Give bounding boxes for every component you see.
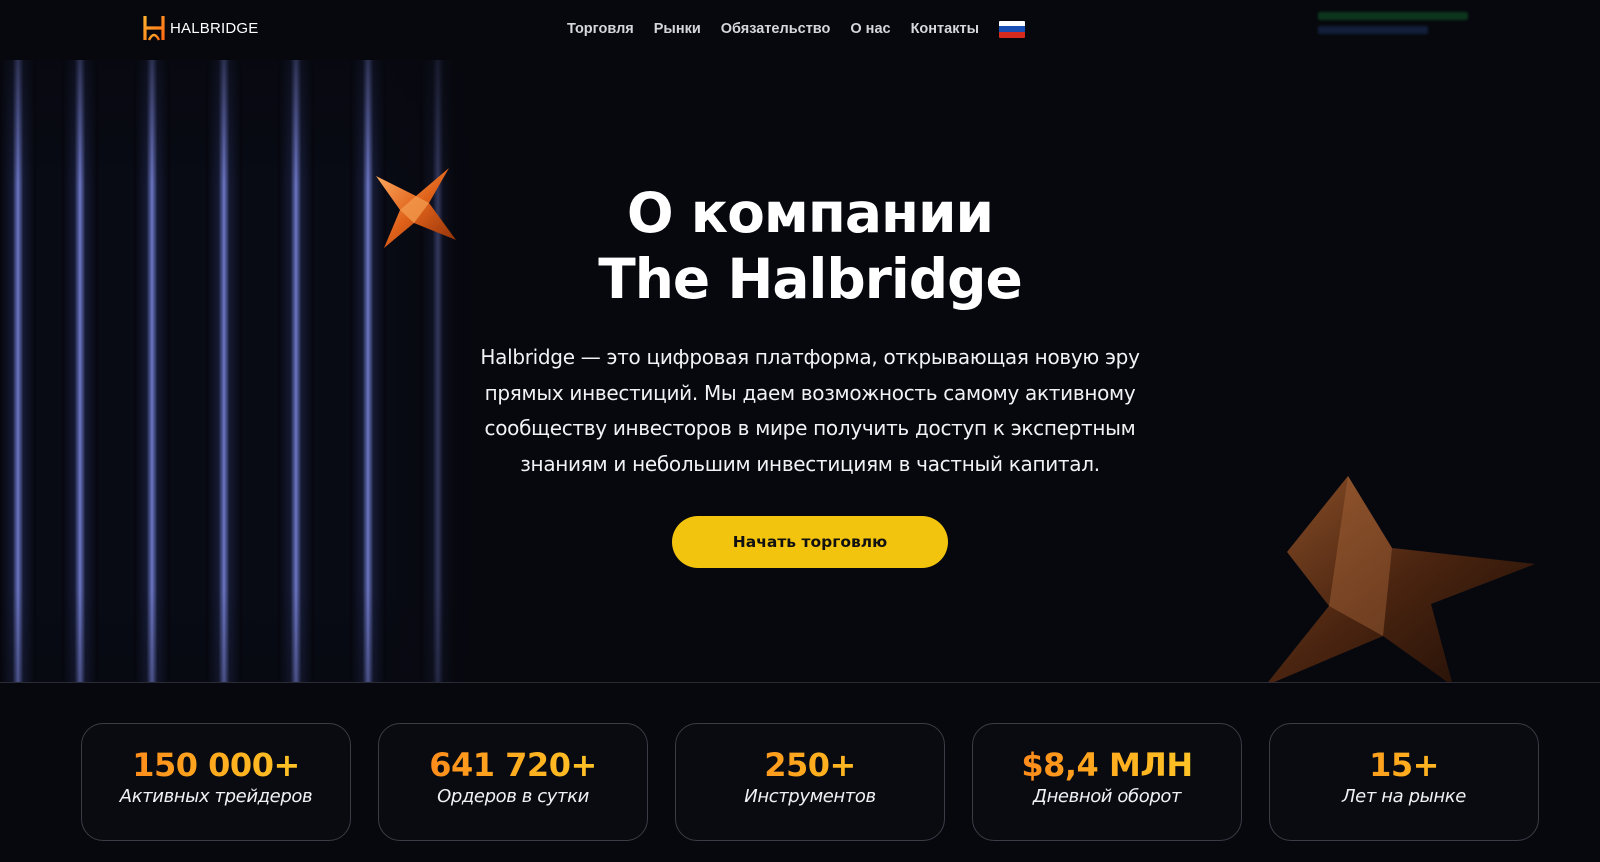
- page-title: О компании The Halbridge: [400, 180, 1220, 312]
- nav-item-contacts[interactable]: Контакты: [911, 21, 979, 37]
- stat-card: 15+ Лет на рынке: [1269, 723, 1539, 841]
- stat-card: 641 720+ Ордеров в сутки: [378, 723, 648, 841]
- title-line-2: The Halbridge: [598, 247, 1023, 311]
- halbridge-logo-icon: [143, 16, 165, 41]
- stat-label: Лет на рынке: [1342, 786, 1466, 807]
- stat-value: 641 720+: [379, 746, 647, 784]
- brand-name: HALBRIDGE: [170, 19, 259, 37]
- title-line-1: О компании: [626, 181, 994, 245]
- start-trading-button[interactable]: Начать торговлю: [672, 516, 948, 568]
- stat-card: 150 000+ Активных трейдеров: [81, 723, 351, 841]
- stat-label: Ордеров в сутки: [437, 786, 589, 807]
- stat-label: Инструментов: [744, 786, 876, 807]
- stat-value: $8,4 МЛН: [973, 746, 1241, 784]
- nav-item-commitment[interactable]: Обязательство: [721, 21, 831, 37]
- bronze-star-icon: [1268, 476, 1535, 682]
- nav-item-about[interactable]: О нас: [850, 21, 890, 37]
- stat-label: Дневной оборот: [1032, 786, 1182, 807]
- nav-item-markets[interactable]: Рынки: [654, 21, 701, 37]
- site-header: HALBRIDGE Торговля Рынки Обязательство О…: [0, 0, 1600, 60]
- stat-value: 150 000+: [82, 746, 350, 784]
- russia-flag-icon[interactable]: [998, 20, 1025, 38]
- hero-section: О компании The Halbridge Halbridge — это…: [0, 60, 1600, 682]
- stat-card: 250+ Инструментов: [675, 723, 945, 841]
- stat-label: Активных трейдеров: [119, 786, 313, 807]
- stat-value: 15+: [1270, 746, 1538, 784]
- brand-logo[interactable]: HALBRIDGE: [143, 14, 259, 42]
- stat-card: $8,4 МЛН Дневной оборот: [972, 723, 1242, 841]
- main-nav: Торговля Рынки Обязательство О нас Конта…: [567, 18, 1025, 40]
- nav-item-trading[interactable]: Торговля: [567, 21, 634, 37]
- stat-value: 250+: [676, 746, 944, 784]
- curtain-light-background: [0, 60, 480, 682]
- hero-description: Halbridge — это цифровая платформа, откр…: [480, 345, 1140, 476]
- ticker-widget: [1318, 6, 1478, 50]
- stats-section: 150 000+ Активных трейдеров 641 720+ Орд…: [0, 683, 1600, 862]
